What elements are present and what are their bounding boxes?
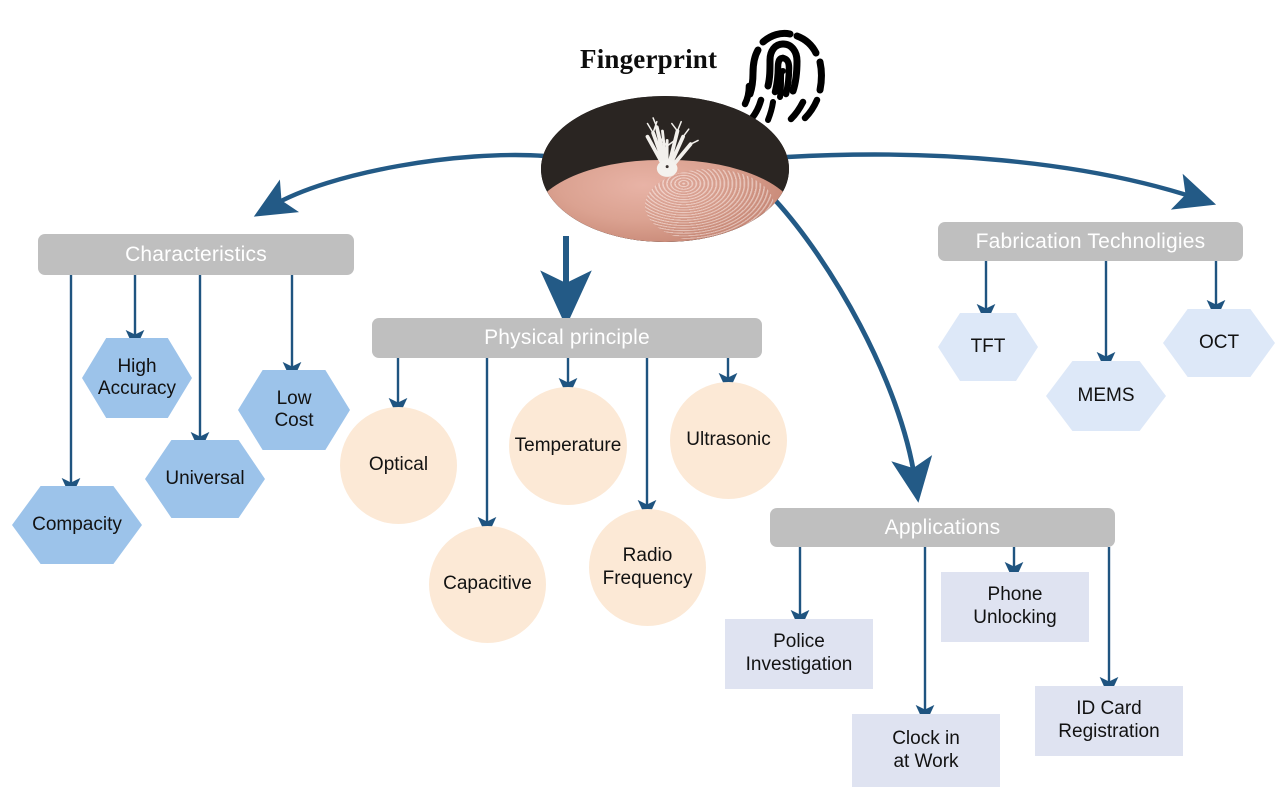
node-low-cost[interactable]: Low Cost [238,370,350,450]
fingerprint-icon [735,14,831,126]
node-optical[interactable]: Optical [340,407,457,524]
node-label-phone-unlocking-line1: Phone [987,584,1043,606]
branch-label-fabrication-technoligies: Fabrication Technoligies [975,229,1206,253]
node-label-police-investigation-line2: Investigation [745,654,853,675]
node-universal[interactable]: Universal [145,440,265,518]
node-capacitive[interactable]: Capacitive [429,526,546,643]
node-label-low-cost-line1: Low [276,387,312,409]
page-title: Fingerprint [580,44,718,74]
node-label-oct: OCT [1198,331,1240,353]
node-police-investigation[interactable]: Police Investigation [725,619,873,689]
node-label-radio-frequency-line1: Radio [622,545,673,567]
node-phone-unlocking[interactable]: Phone Unlocking [941,572,1089,642]
node-label-universal: Universal [165,467,245,489]
branch-bar-applications[interactable]: Applications [770,508,1115,547]
branch-bar-fabrication-technoligies[interactable]: Fabrication Technoligies [938,222,1243,261]
node-radio-frequency[interactable]: Radio Frequency [589,509,706,626]
fingerprint-photo [541,96,789,242]
node-mems[interactable]: MEMS [1046,361,1166,431]
node-clock-in-at-work[interactable]: Clock in at Work [852,714,1000,787]
node-label-compacity: Compacity [32,513,122,535]
node-label-clock-in-at-work-line2: at Work [893,750,959,772]
node-label-ultrasonic: Ultrasonic [686,429,771,451]
branch-bar-physical-principle[interactable]: Physical principle [372,318,762,358]
node-label-tft: TFT [970,335,1006,357]
node-label-id-card-registration-line2: Registration [1058,721,1160,742]
branch-label-characteristics: Characteristics [125,242,267,266]
node-label-temperature: Temperature [514,434,622,456]
node-label-capacitive: Capacitive [443,573,532,595]
node-temperature[interactable]: Temperature [509,387,627,505]
node-label-radio-frequency-line2: Frequency [602,567,693,589]
branch-label-physical-principle: Physical principle [484,326,650,349]
node-id-card-registration[interactable]: ID Card Registration [1035,686,1183,756]
diagram-canvas: Fingerprint Characteristics Compacity Hi… [0,0,1280,807]
node-label-id-card-registration-line1: ID Card [1076,698,1142,720]
node-label-phone-unlocking-line2: Unlocking [973,607,1057,628]
node-label-optical: Optical [368,454,429,476]
node-compacity[interactable]: Compacity [12,486,142,564]
node-ultrasonic[interactable]: Ultrasonic [670,382,787,499]
branch-label-applications: Applications [884,515,1001,539]
node-tft[interactable]: TFT [938,313,1038,381]
node-high-accuracy[interactable]: High Accuracy [82,338,192,418]
node-label-high-accuracy-line2: Accuracy [97,378,177,399]
node-label-high-accuracy-line1: High [117,355,157,377]
node-label-clock-in-at-work-line1: Clock in [892,727,960,749]
node-label-low-cost-line2: Cost [274,410,314,431]
node-label-police-investigation-line1: Police [773,631,825,653]
branch-bar-characteristics[interactable]: Characteristics [38,234,354,275]
node-oct[interactable]: OCT [1163,309,1275,377]
node-label-mems: MEMS [1077,384,1135,406]
